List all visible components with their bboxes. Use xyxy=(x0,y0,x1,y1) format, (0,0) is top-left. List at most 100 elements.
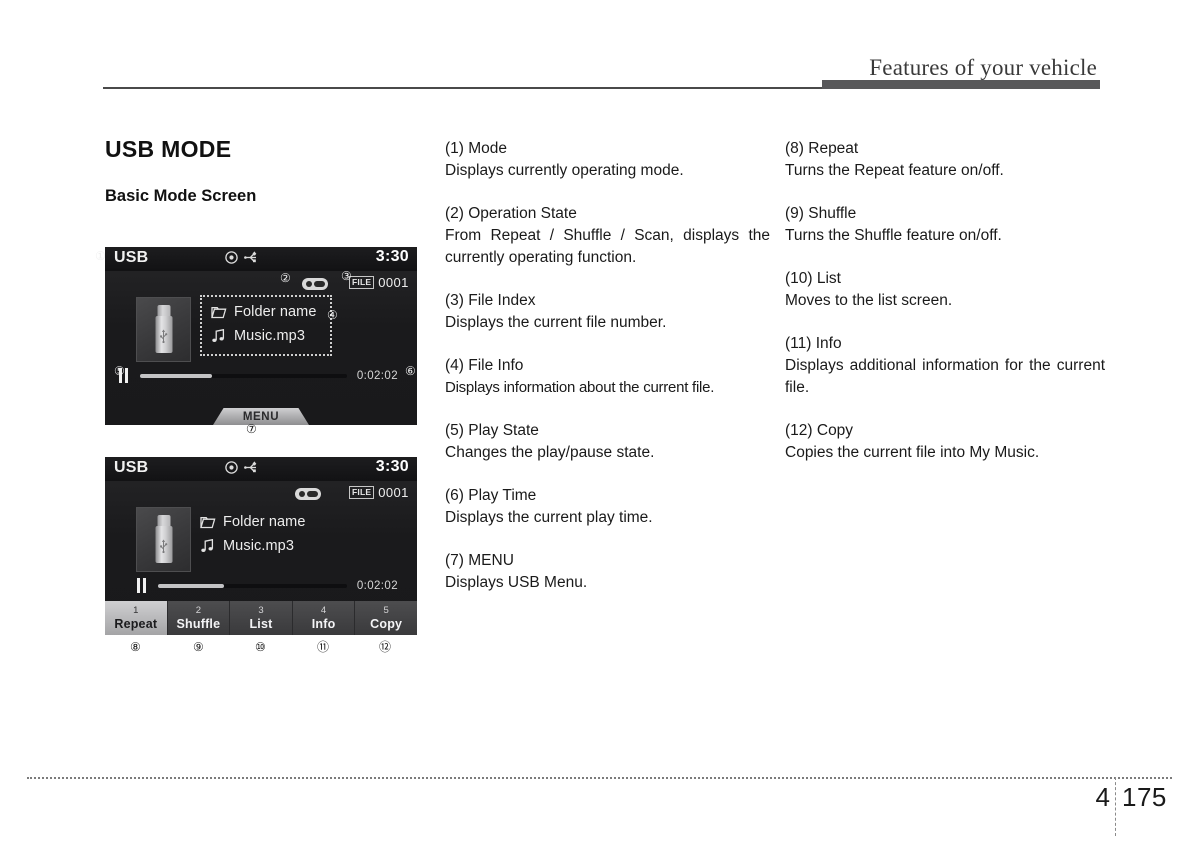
entry-1-title: (1) Mode xyxy=(445,140,508,157)
callout-7: ⑦ xyxy=(246,422,257,436)
entry-11-title: (11) Info xyxy=(785,335,842,352)
usb-stick-graphic xyxy=(155,515,172,563)
description-entry-5: (5) Play State Changes the play/pause st… xyxy=(445,420,770,464)
callout-11: ⑪ xyxy=(317,640,330,654)
section-subtitle: Basic Mode Screen xyxy=(105,187,257,205)
page-content: USB MODE Basic Mode Screen USB 3:30 FILE… xyxy=(0,100,1200,750)
usb-body-glyph xyxy=(160,539,168,553)
callout-8: ⑧ xyxy=(130,640,141,654)
screen1-operation-state-badge xyxy=(302,278,328,290)
entry-9-title: (9) Shuffle xyxy=(785,205,857,222)
screen1-menu-button[interactable]: MENU xyxy=(213,408,309,425)
entry-12-desc: Copies the current file into My Music. xyxy=(785,444,1040,461)
entry-11-desc: Displays additional information for the … xyxy=(785,357,1105,396)
page-header-title: Features of your vehicle xyxy=(869,55,1097,80)
screen2-play-time: 0:02:02 xyxy=(356,579,398,592)
soft-key-shuffle-number: 2 xyxy=(195,604,202,616)
folder-icon xyxy=(200,516,216,528)
screen2-file-number: 0001 xyxy=(378,485,409,500)
soft-key-repeat-label: Repeat xyxy=(114,616,158,631)
music-note-icon xyxy=(201,539,214,552)
usb-icon xyxy=(244,461,257,473)
screen1-folder-name: Folder name xyxy=(234,304,317,320)
soft-key-copy-number: 5 xyxy=(383,604,389,616)
entry-5-title: (5) Play State xyxy=(445,422,539,439)
screen1-mode-label: USB xyxy=(114,249,149,266)
entry-9-desc: Turns the Shuffle feature on/off. xyxy=(785,227,1002,244)
usb-basic-mode-screen: USB 3:30 FILE 0001 Folder name Music.mp3… xyxy=(105,247,417,425)
screen2-file-index: FILE 0001 xyxy=(349,485,409,500)
description-entry-8: (8) Repeat Turns the Repeat feature on/o… xyxy=(785,138,1105,182)
disc-icon xyxy=(225,461,238,474)
operation-state-pill xyxy=(306,491,318,497)
screen1-menu-label: MENU xyxy=(242,410,280,423)
callout-9: ⑨ xyxy=(193,640,204,654)
screen2-status-bar: USB 3:30 xyxy=(105,457,417,481)
description-entry-11: (11) Info Displays additional informatio… xyxy=(785,333,1105,399)
entry-4-desc: Displays information about the current f… xyxy=(445,379,715,396)
screen2-progress-bar[interactable] xyxy=(158,583,347,588)
entry-5-desc: Changes the play/pause state. xyxy=(445,444,655,461)
screen2-folder-name: Folder name xyxy=(223,514,306,530)
entry-10-title: (10) List xyxy=(785,270,841,287)
callout-12: ⑫ xyxy=(379,640,392,654)
pause-icon[interactable] xyxy=(136,578,147,593)
usb-icon xyxy=(244,251,257,263)
screen1-file-index: FILE 0001 xyxy=(349,275,409,290)
usb-stick-body xyxy=(155,316,172,353)
soft-key-copy[interactable]: 5 Copy xyxy=(355,601,417,635)
operation-state-dot xyxy=(305,281,312,287)
entry-7-desc: Displays USB Menu. xyxy=(445,574,588,591)
entry-2-desc: From Repeat / Shuffle / Scan, displays t… xyxy=(445,227,770,266)
description-entry-10: (10) List Moves to the list screen. xyxy=(785,268,1105,312)
usb-stick-graphic xyxy=(155,305,172,353)
description-entry-2: (2) Operation State From Repeat / Shuffl… xyxy=(445,203,770,269)
music-note-icon xyxy=(212,329,225,342)
screen1-file-tag: FILE xyxy=(349,276,375,289)
screen2-progress-fill xyxy=(158,583,225,588)
soft-key-repeat-number: 1 xyxy=(133,604,139,616)
middle-column: (1) Mode Displays currently operating mo… xyxy=(445,100,770,615)
soft-key-list-number: 3 xyxy=(258,604,264,616)
screen1-play-time: 0:02:02 xyxy=(356,369,398,382)
usb-body-glyph xyxy=(160,329,168,343)
soft-key-info-label: Info xyxy=(311,616,336,631)
screen2-file-tag: FILE xyxy=(349,486,375,499)
operation-state-pill xyxy=(313,281,325,287)
callout-5: ⑤ xyxy=(114,364,125,378)
folder-icon xyxy=(211,306,227,318)
soft-key-shuffle-label: Shuffle xyxy=(176,616,221,631)
soft-key-info-number: 4 xyxy=(320,604,327,616)
screen2-playback-row: 0:02:02 xyxy=(136,578,398,593)
screen1-album-art xyxy=(136,297,191,362)
footer-divider xyxy=(1115,777,1116,836)
screen1-progress-bar[interactable] xyxy=(140,373,347,378)
screen1-progress-fill xyxy=(140,373,213,378)
usb-stick-body xyxy=(155,526,172,563)
screen1-playback-row: 0:02:02 xyxy=(118,368,398,383)
header-rule-accent xyxy=(822,80,1100,89)
screen2-file-info: Folder name Music.mp3 xyxy=(200,510,306,558)
right-column: (8) Repeat Turns the Repeat feature on/o… xyxy=(785,100,1105,485)
chapter-number: 4 xyxy=(1095,782,1110,812)
screen2-status-icons xyxy=(225,461,259,474)
soft-key-shuffle[interactable]: 2 Shuffle xyxy=(168,601,231,635)
entry-3-title: (3) File Index xyxy=(445,292,536,309)
soft-key-repeat[interactable]: 1 Repeat xyxy=(105,601,168,635)
screen1-status-icons xyxy=(225,251,259,264)
screen2-track-line: Music.mp3 xyxy=(200,534,306,558)
callout-6: ⑥ xyxy=(405,364,416,378)
page-header: Features of your vehicle xyxy=(0,0,1200,100)
soft-key-copy-label: Copy xyxy=(370,616,403,631)
soft-key-list[interactable]: 3 List xyxy=(230,601,293,635)
entry-2-title: (2) Operation State xyxy=(445,205,577,222)
callout-3: ③ xyxy=(341,269,352,283)
soft-key-info[interactable]: 4 Info xyxy=(293,601,356,635)
screen1-track-line: Music.mp3 xyxy=(211,324,317,348)
description-entry-7: (7) MENU Displays USB Menu. xyxy=(445,550,770,594)
page-title: USB MODE xyxy=(105,136,232,162)
screen2-track-name: Music.mp3 xyxy=(223,538,294,554)
callout-10: ⑩ xyxy=(255,640,266,654)
screen2-clock: 3:30 xyxy=(375,458,409,475)
screen1-folder-line: Folder name xyxy=(211,300,317,324)
